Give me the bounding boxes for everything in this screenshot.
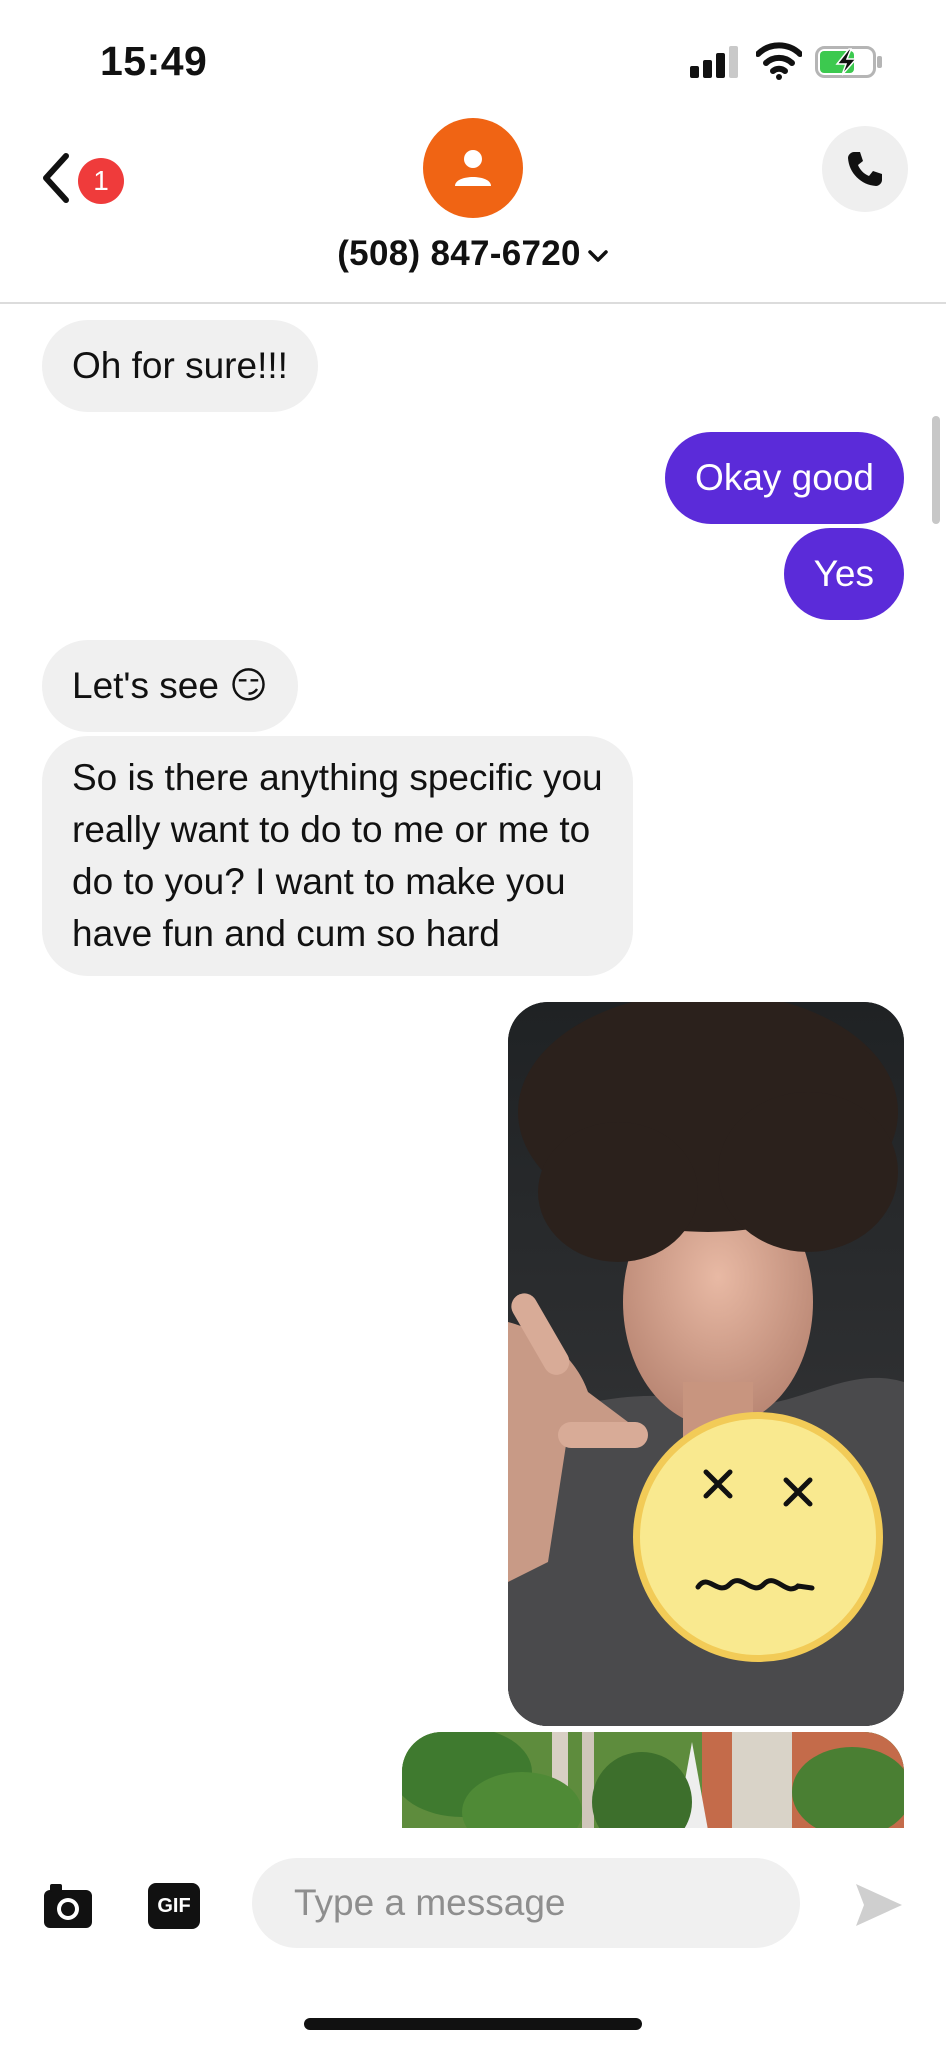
message-bubble-incoming: Oh for sure!!! (42, 320, 318, 412)
battery-charging-icon (815, 46, 882, 78)
status-bar: 15:49 (0, 0, 946, 110)
send-icon[interactable] (852, 1880, 906, 1930)
back-button[interactable]: 1 (34, 140, 134, 220)
chevron-down-icon (588, 250, 608, 262)
composer: GIF (0, 1828, 946, 2048)
message-bubble-incoming: Let's see 😏 (42, 640, 298, 732)
phone-icon (848, 152, 882, 186)
conversation-header: 1 (508) 847-6720 (0, 110, 946, 304)
message-input[interactable] (252, 1858, 800, 1948)
message-bubble-outgoing: Yes (783, 528, 904, 620)
unread-badge: 1 (78, 158, 124, 204)
photo-image (508, 1002, 904, 1726)
message-line: have fun and cum so hard (72, 913, 500, 954)
message-bubble-outgoing: Okay good (665, 432, 904, 524)
scrollbar[interactable] (932, 416, 940, 524)
home-indicator (304, 2018, 642, 2030)
camera-icon[interactable] (42, 1880, 94, 1932)
contact-name-button[interactable]: (508) 847-6720 (0, 234, 946, 274)
message-bubble-incoming: So is there anything specific you really… (42, 736, 633, 976)
photo-message[interactable] (402, 1732, 904, 1828)
wifi-icon (756, 42, 802, 80)
photo-image (402, 1732, 904, 1828)
message-line: really want to do to me or me to (72, 809, 591, 850)
photo-message[interactable] (508, 1002, 904, 1726)
contact-name: (508) 847-6720 (337, 234, 581, 273)
status-time: 15:49 (100, 38, 208, 84)
message-list[interactable]: Oh for sure!!! Okay good Yes Let's see 😏… (0, 306, 946, 1828)
call-button[interactable] (822, 126, 908, 212)
message-line: do to you? I want to make you (72, 861, 566, 902)
person-icon (455, 150, 491, 186)
message-line: So is there anything specific you (72, 757, 603, 798)
cellular-signal-icon (690, 46, 740, 78)
chevron-left-icon (43, 153, 69, 203)
contact-avatar[interactable] (423, 118, 523, 218)
gif-button[interactable]: GIF (148, 1883, 200, 1929)
